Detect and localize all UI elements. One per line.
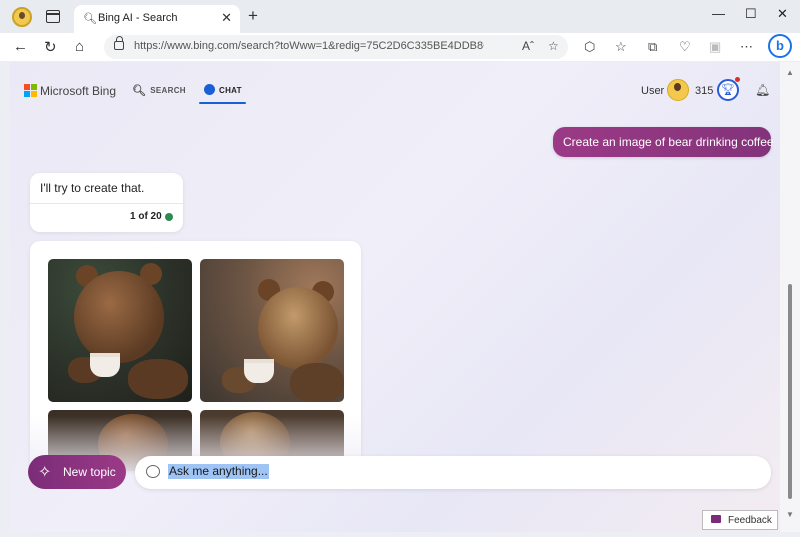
add-favorite-icon[interactable]: ☆	[548, 39, 559, 53]
collections-icon[interactable]: ⧉	[648, 39, 657, 55]
browser-essentials-icon[interactable]: ♡	[679, 39, 691, 55]
extensions-icon[interactable]: ⬡	[584, 39, 595, 55]
user-message-bubble: Create an image of bear drinking coffee	[553, 127, 774, 157]
scroll-up-arrow-icon[interactable]: ▲	[786, 68, 794, 77]
address-bar[interactable]: https://www.bing.com/search?toWww=1&redi…	[104, 35, 568, 59]
browser-tab[interactable]: 🔍︎ Bing AI - Search ✕	[74, 5, 240, 33]
read-aloud-icon[interactable]: Aˆ	[522, 39, 534, 53]
tab-search[interactable]: 🔍︎ SEARCH	[132, 84, 186, 97]
notification-dot	[735, 77, 740, 82]
rewards-trophy-icon[interactable]: 🏆︎	[717, 79, 739, 101]
new-topic-button[interactable]: ✧ New topic	[28, 455, 126, 489]
chat-input-box[interactable]: Ask me anything...	[135, 456, 771, 489]
chat-input-field[interactable]: Ask me anything...	[168, 464, 269, 479]
tab-chat[interactable]: CHAT	[204, 84, 242, 95]
active-tab-indicator	[199, 102, 246, 104]
bing-chat-page: Microsoft Bing 🔍︎ SEARCH CHAT User 315 🏆︎…	[10, 62, 780, 532]
back-button[interactable]: ←	[13, 38, 28, 55]
lock-icon[interactable]	[114, 36, 124, 50]
profile-avatar-icon[interactable]	[12, 7, 32, 27]
turn-counter: 1 of 20	[130, 211, 162, 222]
user-name[interactable]: User	[641, 85, 664, 97]
scroll-down-arrow-icon[interactable]: ▼	[786, 510, 794, 519]
chat-bubble-icon	[146, 465, 160, 478]
bot-message-text: I'll try to create that.	[40, 181, 145, 195]
generated-image-2[interactable]	[200, 259, 344, 402]
favorites-icon[interactable]: ☆	[615, 39, 627, 55]
screenshot-icon[interactable]: ▣	[709, 39, 721, 55]
more-options-icon[interactable]: ⋯	[740, 39, 753, 55]
microsoft-logo-icon	[24, 84, 38, 98]
url-text[interactable]: https://www.bing.com/search?toWww=1&redi…	[134, 40, 484, 52]
generated-images-card	[30, 241, 361, 471]
browser-title-bar: 🔍︎ Bing AI - Search ✕ + — ☐ ✕	[0, 0, 800, 33]
bing-logo-text[interactable]: Microsoft Bing	[40, 84, 116, 98]
search-favicon-icon: 🔍︎	[83, 13, 97, 25]
browser-toolbar: ← ↻ ⌂ https://www.bing.com/search?toWww=…	[0, 33, 800, 61]
bot-message-bubble: I'll try to create that. 1 of 20	[30, 173, 183, 232]
status-dot-icon	[165, 213, 173, 221]
generated-image-1[interactable]	[48, 259, 192, 402]
page-scrollbar[interactable]: ▲ ▼	[780, 62, 800, 532]
tab-actions-icon[interactable]	[46, 10, 60, 23]
minimize-button[interactable]: —	[712, 6, 725, 21]
tab-close-icon[interactable]: ✕	[221, 10, 232, 26]
close-window-button[interactable]: ✕	[777, 6, 788, 22]
scrollbar-thumb[interactable]	[788, 284, 792, 499]
home-button[interactable]: ⌂	[75, 38, 84, 55]
notifications-bell-icon[interactable]: 🔔︎	[755, 83, 770, 97]
bing-copilot-icon[interactable]: b	[768, 34, 792, 58]
tab-title: Bing AI - Search	[98, 12, 178, 24]
broom-icon: ✧	[38, 464, 52, 481]
feedback-label: Feedback	[728, 515, 772, 526]
message-divider	[30, 203, 183, 204]
user-avatar[interactable]	[667, 79, 689, 101]
new-tab-button[interactable]: +	[248, 6, 258, 26]
rewards-points[interactable]: 315	[695, 85, 713, 97]
tab-search-label: SEARCH	[150, 86, 186, 95]
tab-chat-label: CHAT	[219, 86, 242, 95]
refresh-button[interactable]: ↻	[44, 38, 57, 56]
chat-icon	[204, 84, 215, 95]
new-topic-label: New topic	[63, 465, 116, 479]
maximize-button[interactable]: ☐	[745, 6, 757, 22]
feedback-icon	[711, 515, 721, 523]
search-icon: 🔍︎	[132, 85, 147, 97]
feedback-button[interactable]: Feedback	[702, 510, 778, 530]
